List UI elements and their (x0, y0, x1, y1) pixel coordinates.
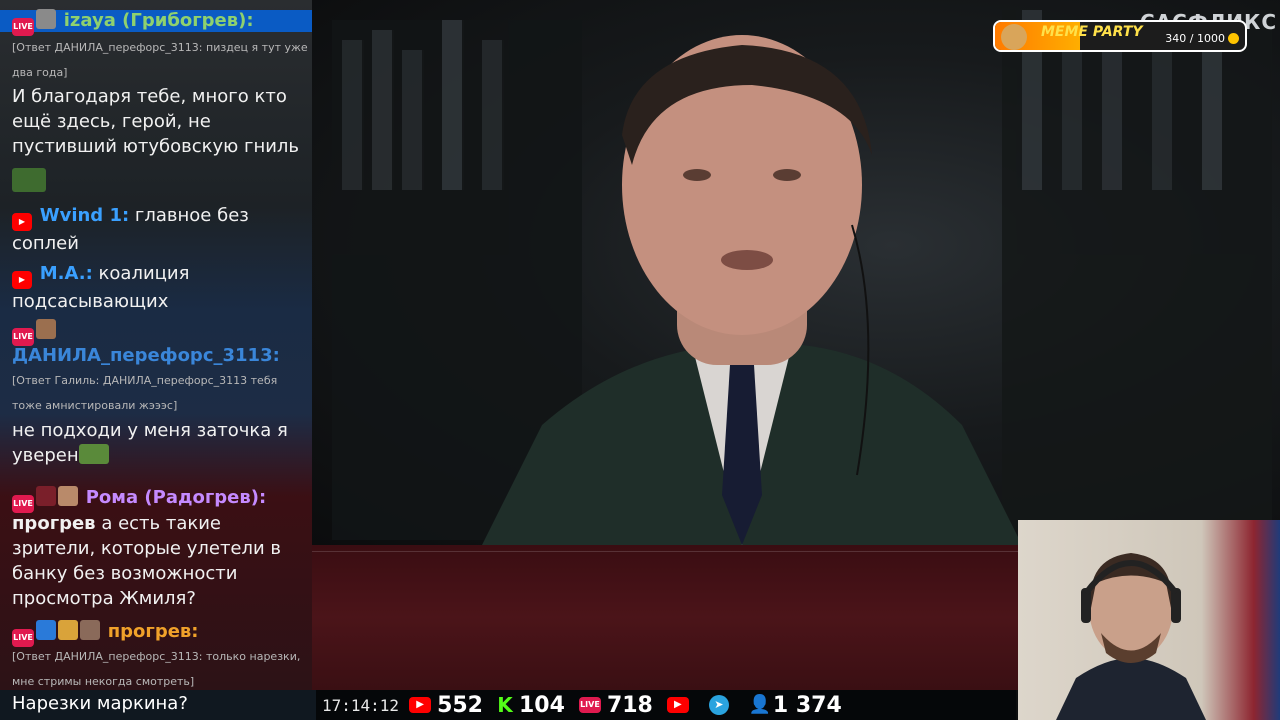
chat-text: коалиция подсасывающих (12, 263, 190, 312)
live-badge: LIVE (12, 18, 34, 36)
chat-nick-line: ДАНИЛА_перефорс_3113: (12, 343, 308, 368)
wine-icon (36, 486, 56, 506)
chat-nick[interactable]: прогрев: (108, 621, 199, 642)
streamer-figure (1056, 553, 1206, 720)
user-icon: 👤 (748, 694, 772, 715)
chat-latest-message: Нарезки маркина? (0, 690, 316, 720)
meme-progress-text: 340 / 1000 (1165, 32, 1225, 45)
youtube-icon: ▶ (409, 697, 432, 713)
youtube-viewers: ▶ 552 (409, 693, 483, 718)
kick-icon: K (497, 693, 513, 717)
telegram-icon: ➤ (708, 695, 729, 715)
emote-icon (78, 444, 109, 464)
doge-icon (1001, 24, 1027, 50)
clock: 17:14:12 (322, 695, 400, 715)
gift-icon (58, 620, 78, 640)
chat-message: LIVE (12, 318, 308, 346)
telegram-link: ➤ (708, 695, 735, 715)
youtube-link: ▶ (666, 697, 695, 713)
chat-nick[interactable]: izaya (Грибогрев): (64, 10, 254, 31)
kick-viewers: K 104 (497, 692, 565, 718)
chat-message: ▶ Wvind 1: главное без соплей (12, 203, 308, 256)
chat-text: И благодаря тебе, много кто ещё здесь, г… (12, 86, 300, 157)
chat-message: ▶ M.A.: коалиция подсасывающих (12, 261, 308, 314)
coin-icon (1228, 33, 1239, 44)
chat-message: LIVE прогрев: (12, 619, 308, 647)
chat-nick[interactable]: Рома (Радогрев): (86, 487, 266, 508)
video-player[interactable] (312, 0, 1280, 545)
chat-reply: [Ответ ДАНИЛА_перефорс_3113: пиздец я ту… (12, 41, 308, 79)
webcam-overlay (1018, 520, 1280, 720)
bookshelf-right (1002, 10, 1272, 530)
chat-nick[interactable]: Wvind 1: (40, 205, 129, 226)
chat-text: Нарезки маркина? (12, 693, 188, 714)
avatar (58, 486, 78, 506)
vk-live-icon: LIVE (578, 697, 601, 713)
chat-message: LIVE Рома (Радогрев): (12, 485, 308, 513)
chat-nick[interactable]: M.A.: (40, 263, 93, 284)
total-viewers: 👤 1 374 (748, 692, 842, 718)
chat-reply: [Ответ ДАНИЛА_перефорс_3113: только наре… (12, 650, 301, 688)
avatar (36, 9, 56, 29)
chat-text: прогрев а есть такие зрители, которые ул… (12, 513, 282, 609)
avatar (36, 319, 56, 339)
meme-party-widget: MEME PARTY 340 / 1000 (993, 20, 1247, 52)
stats-bar: 17:14:12 ▶ 552 K 104 LIVE 718 ▶ ➤ 👤 1 374 (316, 690, 1016, 720)
chat-nick[interactable]: ДАНИЛА_перефорс_3113: (12, 345, 280, 366)
youtube-icon: ▶ (12, 271, 32, 289)
speaker-figure (482, 35, 1022, 545)
chat-message: LIVE izaya (Грибогрев): (12, 8, 308, 36)
chat-text: не подходи у меня заточка я уверен (12, 420, 288, 466)
avatar (80, 620, 100, 640)
stream-scene: LIVE izaya (Грибогрев): [Ответ ДАНИЛА_пе… (0, 0, 1280, 720)
meme-title: MEME PARTY (1041, 24, 1143, 40)
youtube-icon: ▶ (12, 213, 32, 231)
chat-reply: [Ответ Галиль: ДАНИЛА_перефорс_3113 тебя… (12, 374, 278, 412)
vk-viewers: LIVE 718 (578, 692, 653, 718)
shield-icon (36, 620, 56, 640)
youtube-icon: ▶ (666, 697, 689, 713)
chat-panel[interactable]: LIVE izaya (Грибогрев): [Ответ ДАНИЛА_пе… (0, 0, 312, 690)
emote-icon (12, 168, 308, 196)
